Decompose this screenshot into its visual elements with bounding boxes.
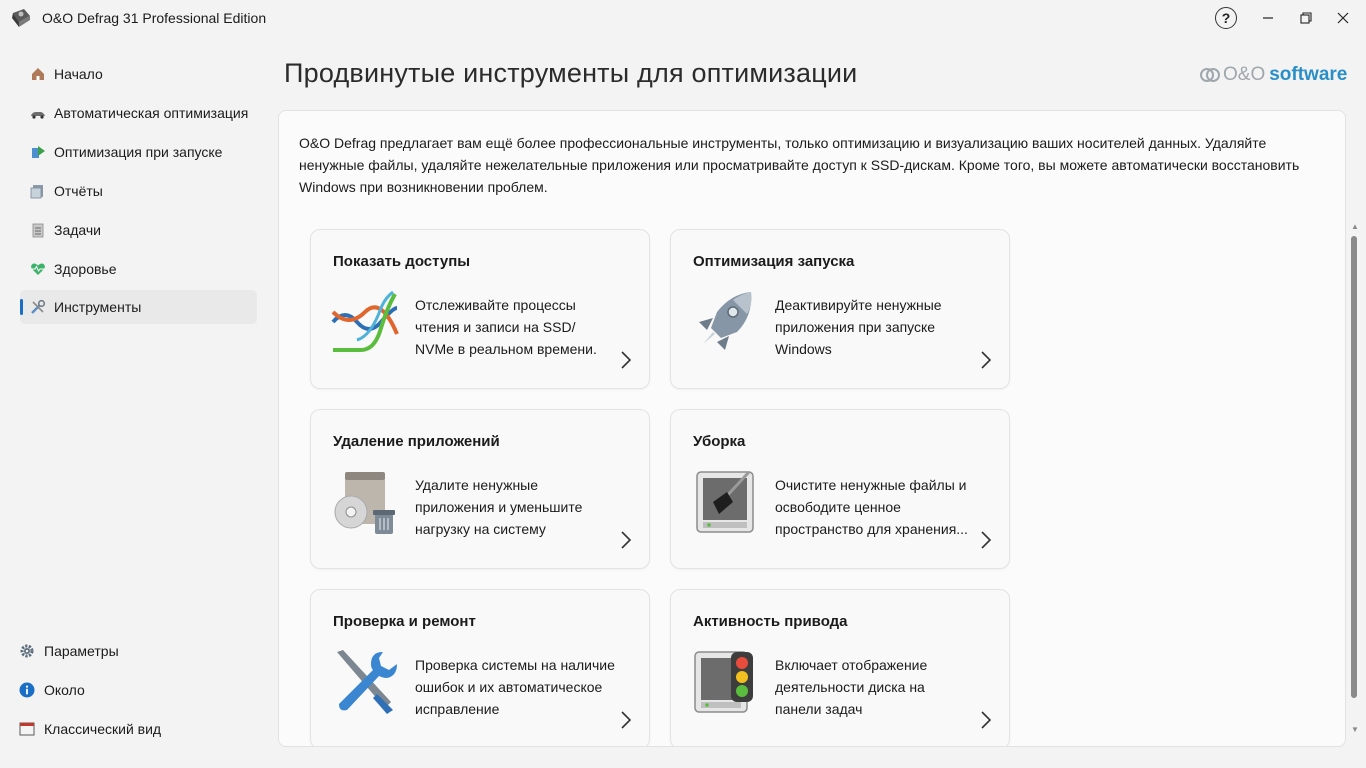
title-bar: O&O Defrag 31 Professional Edition ? [0,0,1366,36]
sidebar: Начало Автоматическая оптимизация Оптими… [0,36,270,768]
card-check-repair[interactable]: Проверка и ремонт Проверка системы на на… [310,589,650,746]
wrench-screwdriver-icon [337,650,397,714]
card-startup-optimization[interactable]: Оптимизация запуска Деактивируйте ненужн… [670,229,1010,389]
uninstall-icon [334,472,395,534]
sidebar-item-tools[interactable]: Инструменты [20,290,257,324]
card-title: Уборка [693,433,746,450]
sidebar-item-label: Задачи [54,222,102,238]
window-icon [18,720,36,738]
chevron-right-icon [981,531,992,549]
chevron-right-icon [981,351,992,369]
sidebar-item-label: Параметры [44,643,119,659]
intro-text: O&O Defrag предлагает вам ещё более проф… [299,135,1300,195]
close-button[interactable] [1320,0,1366,36]
chevron-right-icon [621,351,632,369]
tasks-icon [29,221,47,239]
page-title: Продвинутые инструменты для оптимизации [284,58,858,88]
sidebar-item-classic-view[interactable]: Классический вид [18,714,161,744]
card-description: Деактивируйте ненужные приложения при за… [775,297,942,357]
chevron-right-icon [621,711,632,729]
sidebar-item-label: Здоровье [54,261,117,277]
traffic-light-drive-icon [694,651,753,713]
boot-icon [29,143,47,161]
card-description: Проверка системы на наличие ошибок и их … [415,657,615,717]
restore-icon [1300,12,1312,24]
card-title: Оптимизация запуска [693,253,855,270]
heart-icon [29,260,47,278]
card-title: Показать доступы [333,253,471,270]
scrollbar-thumb[interactable] [1351,236,1357,698]
card-title: Удаление приложений [333,433,500,450]
tools-icon [29,298,47,316]
card-title: Проверка и ремонт [333,613,476,630]
sidebar-item-label: Около [44,682,85,698]
rocket-icon [699,292,752,350]
card-description: Удалите ненужные приложения и уменьшите … [415,477,583,537]
sidebar-item-health[interactable]: Здоровье [20,252,257,286]
brand-suffix: software [1269,64,1348,85]
sidebar-item-label: Инструменты [54,299,142,315]
sidebar-item-label: Начало [54,66,103,82]
tools-panel: O&O Defrag предлагает вам ещё более проф… [278,110,1346,747]
card-uninstall-apps[interactable]: Удаление приложений Удалите ненужные при… [310,409,650,569]
window-title: O&O Defrag 31 Professional Edition [42,10,267,26]
gear-icon [18,642,36,660]
close-icon [1337,12,1349,24]
sidebar-item-settings[interactable]: Параметры [18,636,119,666]
card-description: Очистите ненужные файлы и освободите цен… [775,477,968,537]
reports-icon [29,182,47,200]
sidebar-item-home[interactable]: Начало [20,57,257,91]
broom-drive-icon [696,470,754,533]
card-cleanup[interactable]: Уборка Очистите ненужные файлы и освобод… [670,409,1010,569]
sidebar-item-label: Отчёты [54,183,103,199]
car-icon [29,104,47,122]
card-title: Активность привода [693,613,848,630]
sidebar-item-reports[interactable]: Отчёты [20,174,257,208]
info-icon [18,681,36,699]
sidebar-item-boot-optimization[interactable]: Оптимизация при запуске [20,135,257,169]
sidebar-item-label: Оптимизация при запуске [54,144,223,160]
sidebar-item-auto-optimization[interactable]: Автоматическая оптимизация [20,96,257,130]
sidebar-item-tasks[interactable]: Задачи [20,213,257,247]
card-show-access[interactable]: Показать доступы Отслеживайте процессы ч… [310,229,650,389]
app-logo-icon [12,9,30,27]
chevron-right-icon [981,711,992,729]
scroll-down-arrow[interactable]: ▼ [1351,725,1359,734]
card-drive-activity[interactable]: Активность привода Включает отображение … [670,589,1010,746]
access-graph-icon [331,290,399,352]
brand-logo: O&O software [1200,64,1347,86]
card-description: Отслеживайте процессы чтения и записи на… [415,297,597,357]
sidebar-item-about[interactable]: Около [18,675,85,705]
brand-prefix: O&O [1223,64,1266,85]
card-description: Включает отображение деятельности диска … [775,657,928,717]
scroll-up-arrow[interactable]: ▲ [1351,222,1359,231]
help-icon: ? [1215,7,1237,29]
sidebar-item-label: Автоматическая оптимизация [54,105,249,121]
chevron-right-icon [621,531,632,549]
sidebar-item-label: Классический вид [44,721,162,737]
home-icon [29,65,47,83]
minimize-icon [1263,17,1273,19]
help-button[interactable]: ? [1203,0,1249,36]
brand-mark-icon [1200,68,1220,82]
